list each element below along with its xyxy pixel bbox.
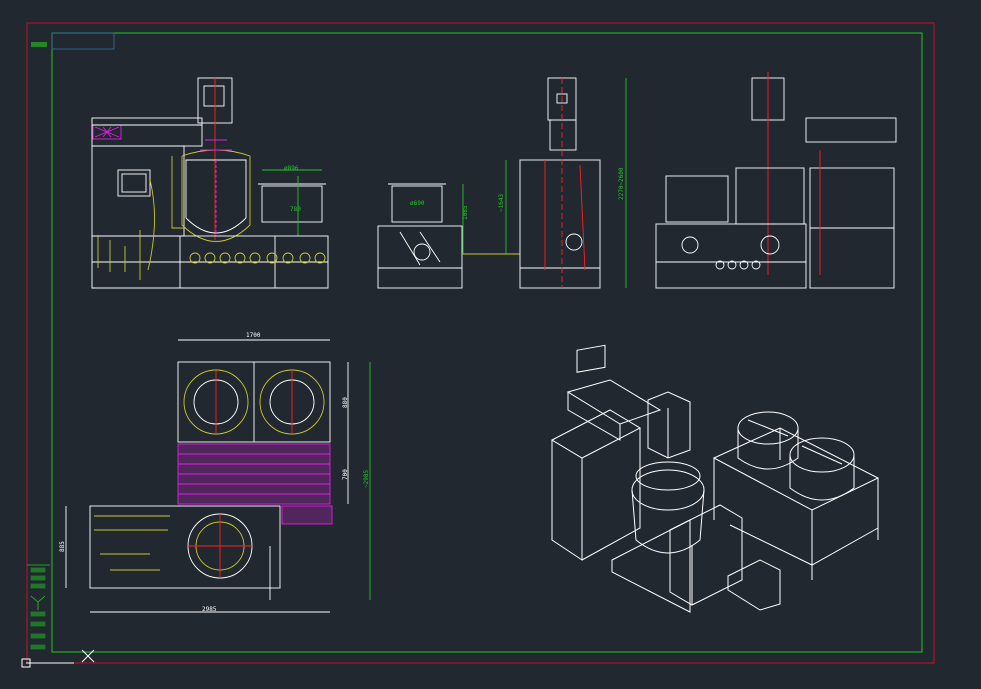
dim-top-width: 1700	[246, 332, 261, 339]
dim-side2-total: 2270~2600	[618, 167, 625, 200]
dim-bottom-width: 2985	[202, 606, 217, 613]
layer-tag	[31, 42, 47, 47]
dim-right-upper: 880	[342, 397, 349, 408]
dim-side-w: ø690	[410, 200, 425, 207]
dim-right-middle: 700	[342, 469, 349, 480]
cad-drawing-canvas: ø896 780 ø690 1085 ~1643 2270~2600 1700 …	[0, 0, 981, 689]
dim-left-lower: 885	[59, 541, 66, 552]
dim-front-h: 780	[290, 206, 301, 213]
dim-right-total: ~2985	[363, 470, 370, 488]
dim-side-h: 1085	[462, 205, 469, 220]
dim-side2-h: ~1643	[498, 194, 505, 212]
dim-front-dia: ø896	[284, 165, 299, 172]
